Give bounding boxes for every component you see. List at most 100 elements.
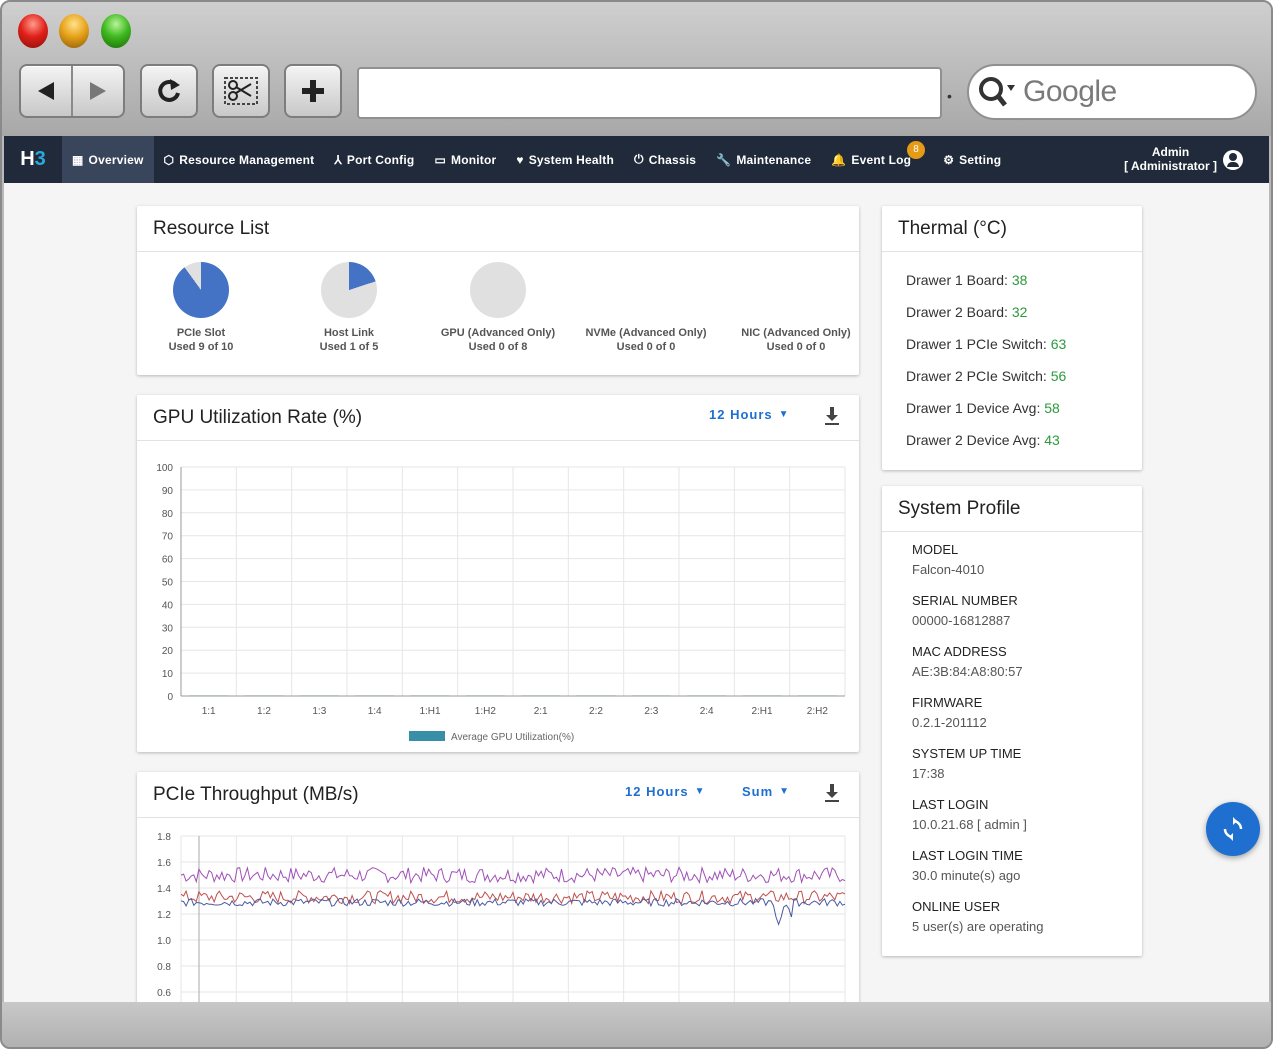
- bar: [797, 695, 837, 696]
- profile-value: 10.0.21.68 [ admin ]: [912, 817, 1027, 832]
- resource-name: Host Link: [323, 327, 375, 339]
- thermal-value: 58: [1044, 400, 1060, 416]
- user-menu[interactable]: Admin [ Administrator ]: [1124, 145, 1217, 173]
- nav-monitor[interactable]: ▭ Monitor: [424, 136, 506, 183]
- account-circle-icon[interactable]: [1223, 150, 1243, 170]
- resource-item: PCIe Slot Used 9 of 10: [131, 262, 271, 354]
- chevron-down-icon: ▼: [694, 786, 706, 797]
- search-placeholder: Google: [1023, 75, 1117, 108]
- time-range-value: 12 Hours: [625, 784, 689, 799]
- y-tick-label: 30: [162, 623, 174, 634]
- profile-row: SERIAL NUMBER 00000-16812887: [882, 591, 1142, 631]
- profile-value: 0.2.1-201112: [912, 715, 987, 730]
- profile-list: MODEL Falcon-4010 SERIAL NUMBER 00000-16812…: [882, 532, 1142, 937]
- thermal-value: 43: [1044, 432, 1060, 448]
- thermal-row: Drawer 2 PCIe Switch: 56: [882, 360, 1142, 392]
- y-tick-label: 1.6: [157, 858, 171, 869]
- download-icon[interactable]: [823, 405, 841, 427]
- power-icon: ⏻: [634, 152, 644, 166]
- nav-overview[interactable]: ▦ Overview: [62, 136, 154, 183]
- reload-button[interactable]: [140, 64, 198, 118]
- browser-window: • Google H3 ▦ Overview ⬡ Resource Manageme…: [0, 0, 1273, 1049]
- y-tick-label: 1.0: [157, 936, 171, 947]
- nav-label: Resource Management: [179, 152, 315, 167]
- resource-name: GPU (Advanced Only): [440, 327, 556, 339]
- back-button[interactable]: [21, 66, 73, 116]
- thermal-row: Drawer 2 Board: 32: [882, 296, 1142, 328]
- y-tick-label: 0.6: [157, 988, 171, 999]
- profile-key: MAC ADDRESS: [912, 644, 1007, 659]
- forward-button[interactable]: [73, 66, 123, 116]
- resource-name: NIC (Advanced Only): [741, 327, 851, 339]
- x-tick-label: 1:2: [257, 706, 271, 717]
- resource-usage: Used 0 of 0: [766, 341, 826, 353]
- nav-chassis[interactable]: ⏻ Chassis: [624, 136, 706, 183]
- minimize-window-button[interactable]: [59, 14, 89, 48]
- pie-spacer: [576, 262, 716, 326]
- aggregate-dropdown[interactable]: Sum ▼: [742, 784, 790, 799]
- time-range-dropdown[interactable]: 12 Hours ▼: [625, 784, 706, 799]
- back-forward-group: [19, 64, 125, 118]
- nav-resource-management[interactable]: ⬡ Resource Management: [154, 136, 325, 183]
- y-tick-label: 40: [162, 600, 174, 611]
- wrench-icon: 🔧: [716, 152, 732, 167]
- nav-setting[interactable]: ⚙ Setting: [933, 136, 1011, 183]
- monitor-icon: ▭: [434, 152, 446, 167]
- x-tick-label: 1:3: [312, 706, 326, 717]
- download-icon[interactable]: [823, 782, 841, 804]
- time-range-dropdown[interactable]: 12 Hours ▼: [709, 407, 790, 422]
- chevron-down-icon: ▼: [779, 786, 791, 797]
- legend-swatch: [409, 731, 445, 741]
- profile-value: 30.0 minute(s) ago: [912, 868, 1021, 883]
- usage-pie: [321, 262, 377, 318]
- nav-maintenance[interactable]: 🔧 Maintenance: [706, 136, 821, 183]
- profile-key: LAST LOGIN TIME: [912, 848, 1023, 863]
- new-tab-button[interactable]: [284, 64, 342, 118]
- profile-row: SYSTEM UP TIME 17:38: [882, 744, 1142, 784]
- nav-label: Overview: [88, 152, 144, 167]
- y-tick-label: 0.8: [157, 962, 171, 973]
- thermal-row: Drawer 2 Device Avg: 43: [882, 424, 1142, 456]
- bar: [299, 695, 339, 696]
- x-tick-label: 1:H1: [419, 706, 441, 717]
- profile-value: 17:38: [912, 766, 945, 781]
- pcie-chart: 0.6 0.8 1.0 1.2 1.4 1.6 1.8: [157, 832, 846, 1002]
- thermal-card: Thermal (°C) Drawer 1 Board: 38 Drawer 2 …: [882, 206, 1142, 470]
- heartbeat-icon: ♥: [516, 152, 524, 167]
- nav-label: Chassis: [648, 152, 697, 167]
- x-tick-label: 1:4: [368, 706, 382, 717]
- top-nav: H3 ▦ Overview ⬡ Resource Management ⅄ Port …: [4, 136, 1269, 183]
- h3-logo[interactable]: H3: [4, 136, 62, 183]
- thermal-row: Drawer 1 Board: 38: [882, 264, 1142, 296]
- address-bar[interactable]: [357, 67, 942, 119]
- nav-event-log[interactable]: 🔔 Event Log 8: [821, 136, 926, 183]
- nav-label: Event Log: [851, 152, 912, 167]
- x-tick-label: 2:H1: [751, 706, 773, 717]
- plus-icon: [302, 80, 324, 102]
- browser-status-bar: [2, 1002, 1271, 1047]
- resource-list-card: Resource List PCIe Slot Used 9 of 10 Host …: [137, 206, 859, 375]
- box-icon: ⬡: [163, 152, 175, 167]
- search-field[interactable]: Google: [967, 64, 1257, 120]
- x-tick-label: 2:4: [700, 706, 714, 717]
- nav-label: Setting: [959, 152, 1002, 167]
- dashboard-icon: ▦: [72, 152, 84, 167]
- resource-usage: Used 1 of 5: [319, 341, 379, 353]
- arrow-left-icon: [38, 82, 54, 100]
- usage-pie: [173, 262, 229, 318]
- snip-button[interactable]: [212, 64, 270, 118]
- x-tick-label: 2:3: [644, 706, 658, 717]
- y-tick-label: 90: [162, 486, 174, 497]
- search-icon: [979, 77, 1015, 107]
- zoom-window-button[interactable]: [101, 14, 131, 48]
- x-tick-label: 1:H2: [475, 706, 497, 717]
- refresh-fab[interactable]: [1206, 802, 1260, 856]
- close-window-button[interactable]: [18, 14, 48, 48]
- nav-port-config[interactable]: ⅄ Port Config: [324, 136, 424, 183]
- arrow-right-icon: [90, 82, 106, 100]
- bar: [576, 695, 616, 696]
- nav-system-health[interactable]: ♥ System Health: [506, 136, 624, 183]
- user-name: Admin: [1151, 145, 1190, 159]
- reload-icon: [158, 79, 180, 102]
- aggregate-value: Sum: [742, 784, 774, 799]
